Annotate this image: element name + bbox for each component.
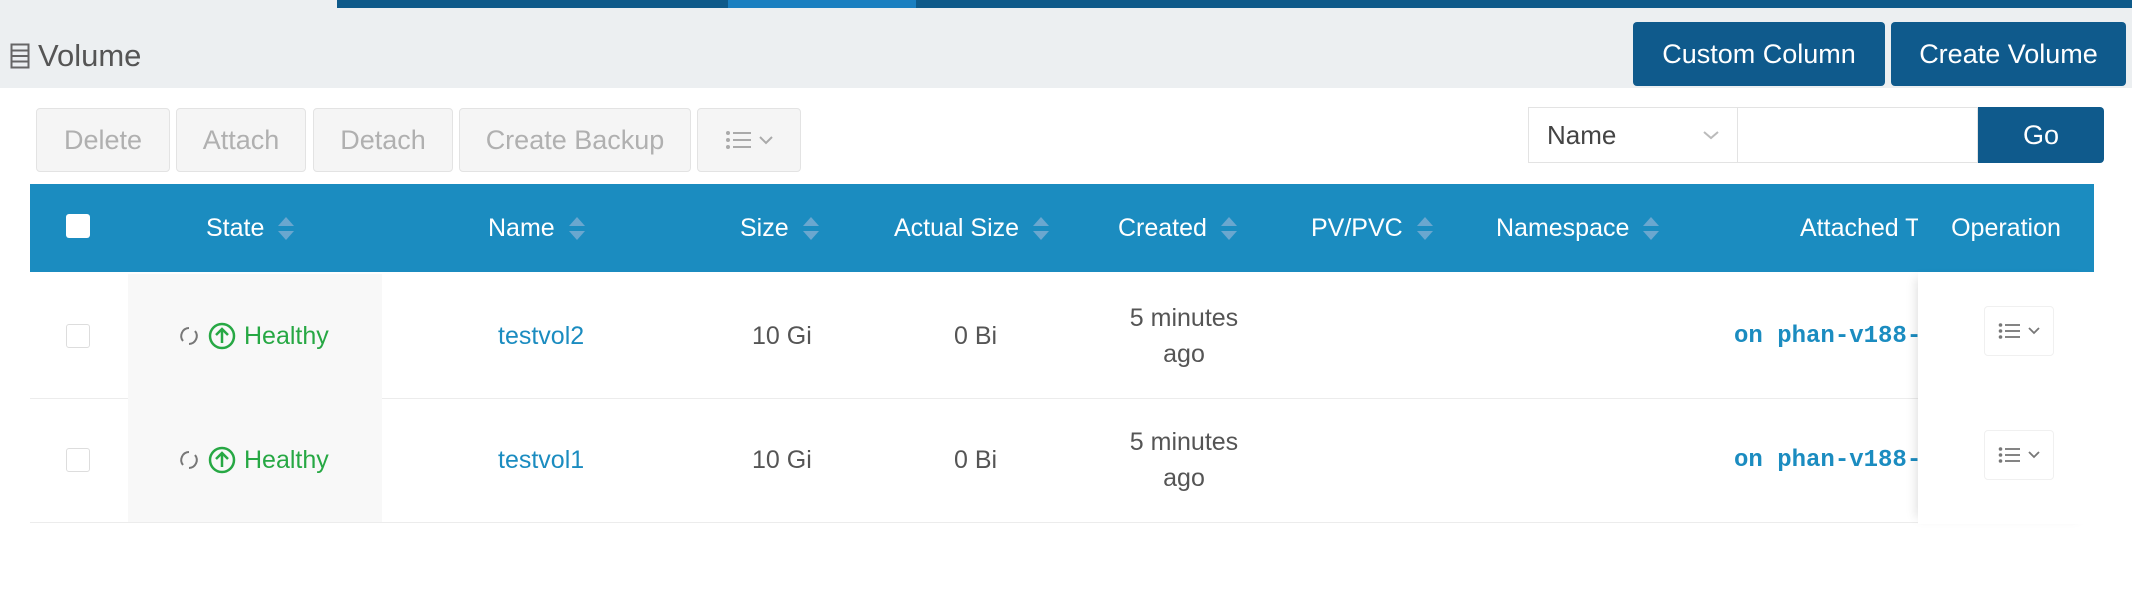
chevron-down-icon <box>2028 451 2040 459</box>
column-namespace[interactable]: Namespace <box>1496 184 1660 272</box>
column-operation: Operation <box>1918 184 2094 272</box>
column-label: State <box>206 213 265 242</box>
row-checkbox[interactable] <box>66 324 90 348</box>
volume-name-link[interactable]: testvol1 <box>498 398 584 522</box>
actual-size-value: 0 Bi <box>954 321 998 350</box>
table-row: Healthy testvol2 10 Gi 0 Bi 5 minutes ag… <box>30 274 2094 399</box>
column-size[interactable]: Size <box>740 184 819 272</box>
size-value: 10 Gi <box>752 445 812 474</box>
list-icon <box>726 131 751 149</box>
size-value: 10 Gi <box>752 321 812 350</box>
sort-icon <box>278 216 295 240</box>
arrow-up-circle-icon <box>208 322 236 350</box>
column-actual-size[interactable]: Actual Size <box>894 184 1050 272</box>
detach-button[interactable]: Detach <box>313 108 453 172</box>
select-all-checkbox[interactable] <box>66 214 90 238</box>
sort-icon <box>1220 216 1237 240</box>
sort-icon <box>1033 216 1050 240</box>
search-input[interactable] <box>1738 107 1978 163</box>
sort-icon <box>1416 216 1433 240</box>
state-cell: Healthy <box>178 398 329 522</box>
column-label: Actual Size <box>894 213 1020 242</box>
top-nav-bar <box>0 0 2132 8</box>
column-label: Created <box>1118 213 1207 242</box>
column-label: PV/PVC <box>1311 213 1403 242</box>
chevron-down-icon <box>2028 327 2040 335</box>
nav-strip <box>337 0 2132 8</box>
table-header: State Name Size Actual Size Created PV/P… <box>30 184 2094 272</box>
search-field-select[interactable]: Name <box>1528 107 1738 163</box>
created-line2: ago <box>1163 464 1205 492</box>
page-title-text: Volume <box>38 38 142 73</box>
nav-active-indicator <box>728 0 916 8</box>
list-icon <box>1998 447 2020 463</box>
column-name[interactable]: Name <box>488 184 585 272</box>
volume-icon <box>10 43 30 69</box>
volume-name-link[interactable]: testvol2 <box>498 274 584 398</box>
state-label: Healthy <box>244 445 329 474</box>
table-row: Healthy testvol1 10 Gi 0 Bi 5 minutes ag… <box>30 398 2094 523</box>
created-value: 5 minutes ago <box>1120 398 1248 522</box>
delete-button[interactable]: Delete <box>36 108 170 172</box>
column-label: Name <box>488 213 555 242</box>
created-line2: ago <box>1163 340 1205 368</box>
search-field-value: Name <box>1547 119 1617 150</box>
column-label: Namespace <box>1496 213 1630 242</box>
operation-column: Operation <box>1918 184 2094 524</box>
sort-icon <box>568 216 585 240</box>
row-operation-button[interactable] <box>1984 306 2054 356</box>
sort-icon <box>802 216 819 240</box>
sort-icon <box>1643 216 1660 240</box>
arrow-up-circle-icon <box>208 446 236 474</box>
refresh-icon <box>180 451 198 469</box>
create-volume-button[interactable]: Create Volume <box>1891 22 2126 86</box>
row-operation-button[interactable] <box>1984 430 2054 480</box>
state-cell: Healthy <box>178 274 329 398</box>
page-header: Volume Custom Column Create Volume <box>0 8 2132 88</box>
list-icon <box>1998 323 2020 339</box>
chevron-down-icon <box>759 136 773 145</box>
chevron-down-icon <box>1703 131 1719 140</box>
column-attached-to[interactable]: Attached T <box>1800 184 1920 272</box>
row-checkbox[interactable] <box>66 448 90 472</box>
go-button[interactable]: Go <box>1978 107 2104 163</box>
attached-to-value[interactable]: on phan-v188- <box>1734 274 1921 398</box>
attached-to-value[interactable]: on phan-v188- <box>1734 398 1921 522</box>
attach-button[interactable]: Attach <box>176 108 306 172</box>
column-label: Attached T <box>1800 213 1921 242</box>
create-backup-button[interactable]: Create Backup <box>459 108 691 172</box>
actual-size-value: 0 Bi <box>954 445 998 474</box>
custom-column-button[interactable]: Custom Column <box>1633 22 1885 86</box>
created-line1: 5 minutes <box>1129 428 1239 456</box>
column-state[interactable]: State <box>206 184 295 272</box>
column-pv-pvc[interactable]: PV/PVC <box>1311 184 1433 272</box>
created-line1: 5 minutes <box>1129 304 1239 332</box>
bulk-actions-button[interactable] <box>697 108 801 172</box>
page-title: Volume <box>10 36 141 76</box>
column-created[interactable]: Created <box>1118 184 1237 272</box>
state-label: Healthy <box>244 321 329 350</box>
created-value: 5 minutes ago <box>1120 274 1248 398</box>
column-label: Size <box>740 213 789 242</box>
refresh-icon <box>180 327 198 345</box>
